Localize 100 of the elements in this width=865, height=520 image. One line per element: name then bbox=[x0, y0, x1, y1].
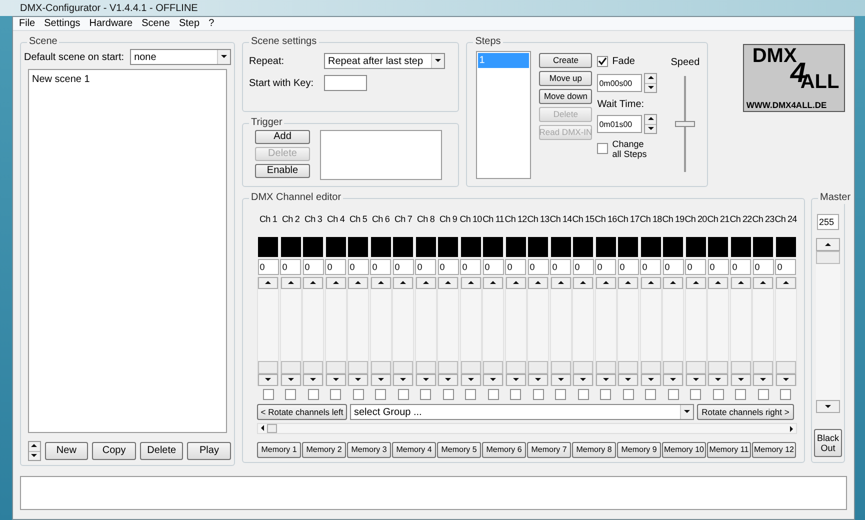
trigger-list[interactable] bbox=[320, 130, 442, 180]
channel-checkbox[interactable] bbox=[330, 389, 342, 400]
channel-scrollbar[interactable] bbox=[662, 277, 684, 386]
channel-checkbox[interactable] bbox=[375, 389, 386, 400]
channel-value-field[interactable]: 0 bbox=[415, 259, 436, 275]
channel-value-field[interactable]: 0 bbox=[662, 259, 684, 275]
channel-scrollbar[interactable] bbox=[437, 277, 460, 386]
memory-button[interactable]: Memory 12 bbox=[752, 442, 796, 458]
rotate-left-button[interactable]: < Rotate channels left bbox=[257, 404, 347, 420]
channel-checkbox[interactable] bbox=[780, 389, 792, 400]
channel-value-field[interactable]: 0 bbox=[258, 259, 279, 275]
channel-scrollbar[interactable] bbox=[640, 277, 662, 386]
channel-checkbox[interactable] bbox=[308, 389, 319, 400]
channel-scrollbar[interactable] bbox=[730, 277, 752, 386]
memory-button[interactable]: Memory 1 bbox=[257, 442, 301, 458]
channel-value-field[interactable]: 0 bbox=[550, 259, 572, 275]
channel-scrollbar[interactable] bbox=[504, 277, 527, 386]
menu-item[interactable]: Hardware bbox=[89, 16, 133, 31]
speed-slider-thumb[interactable] bbox=[675, 121, 696, 127]
channel-value-field[interactable]: 0 bbox=[595, 259, 616, 275]
channel-scrollbar[interactable] bbox=[370, 277, 392, 386]
channel-value-field[interactable]: 0 bbox=[775, 259, 796, 275]
enable-button[interactable]: Enable bbox=[255, 164, 310, 178]
channel-value-field[interactable]: 0 bbox=[348, 259, 369, 275]
fade-checkbox[interactable] bbox=[597, 56, 608, 67]
move-up-button[interactable]: Move up bbox=[539, 71, 592, 86]
channel-checkbox[interactable] bbox=[712, 389, 724, 400]
channel-value-field[interactable]: 0 bbox=[528, 259, 549, 275]
channel-scrollbar[interactable] bbox=[347, 277, 370, 386]
rotate-right-button[interactable]: Rotate channels right > bbox=[697, 404, 794, 420]
channel-checkbox[interactable] bbox=[442, 389, 454, 400]
channel-checkbox[interactable] bbox=[532, 389, 544, 400]
scrollbar-thumb[interactable] bbox=[326, 361, 346, 374]
default-scene-dropdown[interactable]: none bbox=[130, 49, 231, 65]
memory-button[interactable]: Memory 6 bbox=[482, 442, 526, 458]
menu-item[interactable]: Scene bbox=[142, 16, 170, 31]
memory-button[interactable]: Memory 5 bbox=[437, 442, 481, 458]
channel-value-field[interactable]: 0 bbox=[438, 259, 459, 275]
channel-checkbox[interactable] bbox=[758, 389, 769, 400]
scrollbar-thumb[interactable] bbox=[483, 361, 504, 374]
memory-button[interactable]: Memory 9 bbox=[617, 442, 661, 458]
menu-item[interactable]: Step bbox=[178, 16, 200, 31]
menu-item[interactable]: File bbox=[19, 16, 36, 31]
memory-button[interactable]: Memory 2 bbox=[302, 442, 346, 458]
channel-scrollbar[interactable] bbox=[482, 277, 504, 386]
wait-time-field[interactable]: 0m01s00 bbox=[597, 115, 642, 133]
move-down-button[interactable]: Move down bbox=[539, 89, 592, 104]
channel-checkbox[interactable] bbox=[420, 389, 432, 400]
scrollbar-thumb[interactable] bbox=[280, 361, 301, 374]
channel-scrollbar[interactable] bbox=[707, 277, 730, 386]
scrollbar-thumb[interactable] bbox=[596, 361, 616, 374]
wait-time-spinner[interactable] bbox=[644, 114, 658, 134]
channel-checkbox[interactable] bbox=[600, 389, 612, 400]
play-button[interactable]: Play bbox=[187, 442, 232, 460]
scrollbar-thumb[interactable] bbox=[416, 361, 436, 374]
scene-list-item[interactable]: New scene 1 bbox=[31, 72, 224, 87]
channel-checkbox[interactable] bbox=[398, 389, 409, 400]
channel-value-field[interactable]: 0 bbox=[640, 259, 662, 275]
scrollbar-thumb[interactable] bbox=[686, 361, 706, 374]
channel-scrollbar[interactable] bbox=[324, 277, 347, 386]
fade-time-spinner[interactable] bbox=[644, 73, 658, 93]
scrollbar-thumb[interactable] bbox=[663, 361, 684, 374]
channel-scrollbar[interactable] bbox=[257, 277, 280, 386]
scrollbar-thumb[interactable] bbox=[816, 251, 840, 264]
channel-checkbox[interactable] bbox=[735, 389, 746, 400]
channel-checkbox[interactable] bbox=[690, 389, 702, 400]
channel-scrollbar[interactable] bbox=[752, 277, 774, 386]
channel-scrollbar[interactable] bbox=[572, 277, 594, 386]
channel-checkbox[interactable] bbox=[285, 389, 296, 400]
channel-checkbox[interactable] bbox=[510, 389, 522, 400]
new-button[interactable]: New bbox=[44, 442, 88, 460]
scrollbar-thumb[interactable] bbox=[708, 361, 728, 374]
change-all-checkbox[interactable] bbox=[597, 143, 608, 154]
add-button[interactable]: Add bbox=[255, 130, 310, 144]
scrollbar-thumb[interactable] bbox=[753, 361, 774, 374]
memory-button[interactable]: Memory 4 bbox=[392, 442, 436, 458]
channel-scrollbar[interactable] bbox=[302, 277, 324, 386]
master-scrollbar[interactable] bbox=[816, 238, 840, 413]
channel-checkbox[interactable] bbox=[668, 389, 679, 400]
start-key-field[interactable] bbox=[324, 75, 367, 91]
channel-value-field[interactable]: 0 bbox=[460, 259, 482, 275]
channel-value-field[interactable]: 0 bbox=[325, 259, 346, 275]
memory-button[interactable]: Memory 8 bbox=[572, 442, 616, 458]
channel-checkbox[interactable] bbox=[352, 389, 364, 400]
channel-scrollbar[interactable] bbox=[460, 277, 482, 386]
channel-checkbox[interactable] bbox=[578, 389, 589, 400]
scene-list[interactable]: New scene 1 bbox=[28, 69, 227, 433]
menu-item[interactable]: ? bbox=[208, 16, 214, 31]
channel-value-field[interactable]: 0 bbox=[730, 259, 752, 275]
channel-value-field[interactable]: 0 bbox=[280, 259, 302, 275]
channel-value-field[interactable]: 0 bbox=[685, 259, 706, 275]
channel-checkbox[interactable] bbox=[262, 389, 274, 400]
scrollbar-thumb[interactable] bbox=[303, 361, 324, 374]
channel-value-field[interactable]: 0 bbox=[505, 259, 526, 275]
channel-scrollbar[interactable] bbox=[684, 277, 707, 386]
channel-scrollbar[interactable] bbox=[414, 277, 437, 386]
scrollbar-thumb[interactable] bbox=[258, 361, 278, 374]
channel-scrollbar[interactable] bbox=[392, 277, 414, 386]
channel-value-field[interactable]: 0 bbox=[708, 259, 729, 275]
scrollbar-thumb[interactable] bbox=[618, 361, 638, 374]
